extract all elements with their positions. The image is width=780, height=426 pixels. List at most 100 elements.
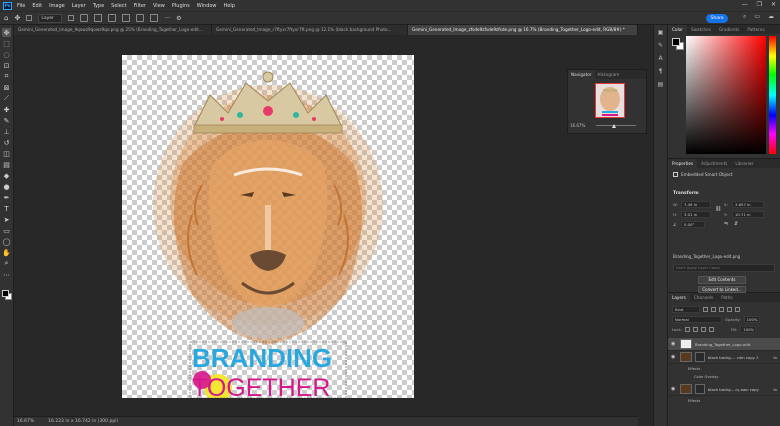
- history-icon[interactable]: ▣: [658, 29, 664, 36]
- hue-slider[interactable]: [769, 36, 776, 154]
- marquee-tool-icon[interactable]: ⬚: [2, 39, 11, 48]
- close-icon[interactable]: ✕: [771, 1, 776, 8]
- brush-settings-icon[interactable]: ✎: [658, 42, 663, 49]
- rectangle-tool-icon[interactable]: ▭: [2, 226, 11, 235]
- height-field[interactable]: 3.01 in: [681, 211, 711, 218]
- menu-select[interactable]: Select: [111, 3, 126, 9]
- ellipse-tool-icon[interactable]: ◯: [2, 237, 11, 246]
- color-overlay-row[interactable]: Color Overlay: [694, 375, 719, 379]
- navigator-tab[interactable]: Navigator: [568, 70, 595, 79]
- flip-horizontal-icon[interactable]: ⇋: [724, 221, 728, 227]
- navigator-thumbnail[interactable]: [595, 83, 625, 118]
- menu-type[interactable]: Type: [93, 3, 104, 9]
- menu-view[interactable]: View: [153, 3, 165, 9]
- blur-tool-icon[interactable]: ◆: [2, 171, 11, 180]
- lock-image-icon[interactable]: [692, 327, 698, 332]
- clone-stamp-icon[interactable]: ⊥: [2, 127, 11, 136]
- edit-contents-button[interactable]: Edit Contents: [698, 276, 746, 284]
- zoom-tool-icon[interactable]: ⌕: [2, 259, 11, 268]
- visibility-eye-icon[interactable]: ◉: [671, 341, 677, 347]
- frame-tool-icon[interactable]: ⊠: [2, 83, 11, 92]
- histogram-tab[interactable]: Histogram: [595, 70, 623, 79]
- cloud-icon[interactable]: ☁: [768, 13, 774, 21]
- libraries-icon[interactable]: ▤: [658, 81, 664, 88]
- layer-mask-thumbnail[interactable]: [695, 384, 705, 394]
- path-select-icon[interactable]: ➤: [2, 215, 11, 224]
- paragraph-icon[interactable]: ¶: [659, 68, 663, 75]
- color-picker-field[interactable]: [686, 36, 766, 154]
- layer-row[interactable]: ◉ black backg.... cien copy 2 fx: [668, 351, 780, 364]
- effects-row[interactable]: Effects: [688, 367, 700, 371]
- tab-color[interactable]: Color: [668, 25, 687, 34]
- align-middle-icon[interactable]: [136, 14, 145, 22]
- dodge-tool-icon[interactable]: ●: [2, 182, 11, 191]
- visibility-eye-icon[interactable]: ◉: [671, 354, 677, 360]
- transform-heading[interactable]: Transform: [673, 191, 699, 196]
- hand-tool-icon[interactable]: ✋: [2, 248, 11, 257]
- link-dimensions-icon[interactable]: ⛓: [715, 206, 721, 212]
- tab-adjustments[interactable]: Adjustments: [697, 159, 731, 168]
- share-button[interactable]: Share: [706, 14, 728, 23]
- document-canvas[interactable]: BRANDING TOGETHER: [122, 55, 414, 398]
- history-brush-icon[interactable]: ↺: [2, 138, 11, 147]
- layer-name[interactable]: black backg....ry-own copy: [708, 387, 759, 392]
- layer-comp-select[interactable]: Don't Apply Layer Comp: [673, 264, 775, 272]
- navigator-zoom-slider[interactable]: [596, 125, 636, 126]
- align-right-icon[interactable]: [108, 14, 117, 22]
- blend-mode-select[interactable]: Normal: [672, 316, 722, 323]
- layer-filter-kind[interactable]: Kind: [672, 306, 700, 313]
- y-field[interactable]: 10.71 in: [732, 211, 764, 218]
- angle-field[interactable]: 0.00°: [681, 221, 705, 228]
- align-bottom-icon[interactable]: [150, 14, 159, 22]
- visibility-eye-icon[interactable]: ◉: [671, 386, 677, 392]
- layer-mask-thumbnail[interactable]: [695, 352, 705, 362]
- tab-layers[interactable]: Layers: [668, 293, 690, 302]
- layer-name[interactable]: black backg.... cien copy 2: [708, 355, 759, 360]
- restore-icon[interactable]: ❐: [757, 1, 762, 8]
- workspace-icon[interactable]: ▭: [754, 13, 760, 21]
- brand-logo[interactable]: BRANDING TOGETHER: [192, 343, 332, 398]
- tab-channels[interactable]: Channels: [690, 293, 717, 302]
- tab-paths[interactable]: Paths: [717, 293, 736, 302]
- filter-adjustment-icon[interactable]: [711, 307, 716, 312]
- convert-to-linked-button[interactable]: Convert to Linked...: [698, 286, 746, 293]
- auto-select-dropdown[interactable]: Layer: [38, 13, 63, 23]
- type-tool-icon[interactable]: T: [2, 204, 11, 213]
- lasso-tool-icon[interactable]: ◌: [2, 50, 11, 59]
- menu-filter[interactable]: Filter: [134, 3, 146, 9]
- transform-controls-checkbox[interactable]: [68, 15, 75, 21]
- lock-transparent-icon[interactable]: [684, 327, 690, 332]
- status-zoom[interactable]: 16.67%: [17, 419, 34, 424]
- document-tab-3[interactable]: Gemini_Generated_Image_zfsde9zfsde9zfsde…: [408, 25, 638, 35]
- search-icon[interactable]: ⌕: [743, 13, 746, 21]
- gradient-tool-icon[interactable]: ▤: [2, 160, 11, 169]
- effects-row[interactable]: Effects: [688, 399, 700, 403]
- filter-shape-icon[interactable]: [727, 307, 732, 312]
- x-field[interactable]: 3.657 in: [732, 201, 764, 208]
- brush-tool-icon[interactable]: ✎: [2, 116, 11, 125]
- foreground-color-swatch[interactable]: [2, 290, 9, 297]
- move-tool-icon[interactable]: ✥: [2, 28, 11, 37]
- opacity-field[interactable]: 100%: [743, 316, 760, 323]
- lock-position-icon[interactable]: [700, 327, 706, 332]
- menu-plugins[interactable]: Plugins: [172, 3, 190, 9]
- menu-window[interactable]: Window: [197, 3, 217, 9]
- tab-patterns[interactable]: Patterns: [743, 25, 768, 34]
- tab-swatches[interactable]: Swatches: [687, 25, 715, 34]
- menu-file[interactable]: File: [17, 3, 25, 9]
- tab-properties[interactable]: Properties: [668, 159, 698, 168]
- healing-brush-icon[interactable]: ✚: [2, 105, 11, 114]
- more-options-icon[interactable]: ···: [164, 15, 170, 22]
- eraser-tool-icon[interactable]: ◫: [2, 149, 11, 158]
- align-top-icon[interactable]: [122, 14, 131, 22]
- tab-libraries[interactable]: Libraries: [731, 159, 757, 168]
- layer-name[interactable]: Branding_Together_Logo-edit: [695, 342, 750, 347]
- crop-tool-icon[interactable]: ⌗: [2, 72, 11, 81]
- lock-all-icon[interactable]: [708, 327, 714, 332]
- canvas-area[interactable]: BRANDING TOGETHER Navigator Histogram 16…: [14, 35, 647, 416]
- menu-help[interactable]: Help: [224, 3, 235, 9]
- tab-gradients[interactable]: Gradients: [715, 25, 743, 34]
- document-tab-2[interactable]: Gemini_Generated_Image_r7ftyxr7ftyxr7ft.…: [212, 25, 408, 35]
- fx-icon[interactable]: fx: [773, 355, 777, 360]
- align-center-icon[interactable]: [94, 14, 103, 22]
